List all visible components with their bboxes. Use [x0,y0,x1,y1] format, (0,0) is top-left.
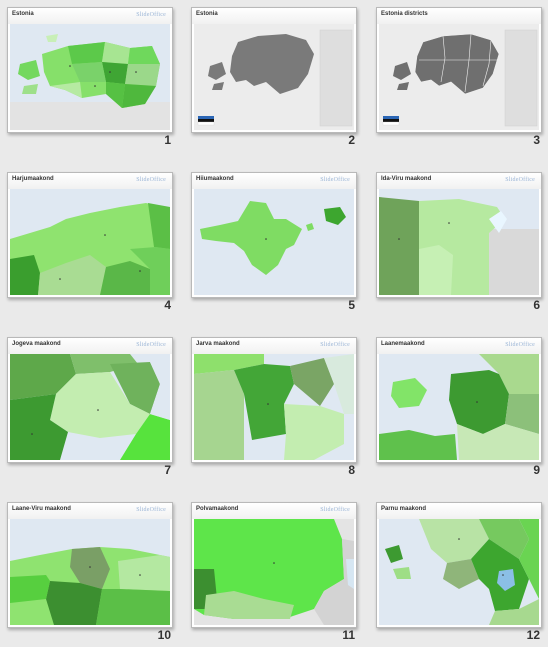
slide-number: 5 [348,298,355,312]
slide-header: Jarva maakond SlideOffice [192,338,356,354]
slide-title: Harjumaakond [12,176,54,182]
slide-number: 11 [342,628,355,642]
slide-number: 2 [348,133,355,147]
slide-thumbnail-11[interactable]: Polvamaakond SlideOffice 11 [191,502,357,642]
slide-header: Ida-Viru maakond SlideOffice [377,173,541,189]
map-estonia-districts [379,24,539,130]
map-laanemaa [379,354,539,460]
slide-header: Parnu maakond [377,503,541,519]
slide-number: 6 [533,298,540,312]
slide-preview: Harjumaakond SlideOffice [7,172,173,298]
map-parnumaa [379,519,539,625]
slide-thumbnail-5[interactable]: Hiiumaakond SlideOffice 5 [191,172,357,312]
slide-header: Jogeva maakond SlideOffice [8,338,172,354]
slide-title: Polvamaakond [196,506,239,512]
slide-title: Hiiumaakond [196,176,234,182]
slide-title: Laane-Viru maakond [12,506,71,512]
slide-preview: Polvamaakond SlideOffice [191,502,357,628]
slide-number: 10 [157,628,171,642]
slide-thumbnail-1[interactable]: Estonia SlideOffice 1 [7,7,173,147]
slide-logo: SlideOffice [320,507,350,513]
slide-header: Estonia SlideOffice [8,8,172,24]
slide-number: 7 [164,463,171,477]
slide-thumbnail-8[interactable]: Jarva maakond SlideOffice 8 [191,337,357,477]
slide-header: Hiiumaakond SlideOffice [192,173,356,189]
slide-logo: SlideOffice [136,507,166,513]
slide-thumbnail-4[interactable]: Harjumaakond SlideOffice 4 [7,172,173,312]
slide-title: Estonia [196,11,218,17]
slide-preview: Ida-Viru maakond SlideOffice [376,172,542,298]
slide-number: 3 [533,133,540,147]
slide-preview: Laane-Viru maakond SlideOffice [7,502,173,628]
slide-header: Estonia [192,8,356,24]
slide-header: Estonia districts [377,8,541,24]
slide-logo: SlideOffice [320,342,350,348]
slide-logo: SlideOffice [505,177,535,183]
map-polvamaa [194,519,354,625]
slide-thumbnail-12[interactable]: Parnu maakond 12 [376,502,542,642]
slide-preview: Estonia [191,7,357,133]
slide-preview: Hiiumaakond SlideOffice [191,172,357,298]
slide-title: Parnu maakond [381,506,427,512]
slide-thumbnail-9[interactable]: Laanemaakond SlideOffice 9 [376,337,542,477]
map-ida-viru [379,189,539,295]
slide-preview: Jogeva maakond SlideOffice [7,337,173,463]
slide-title: Estonia districts [381,11,428,17]
slide-number: 8 [348,463,355,477]
map-harjumaa [10,189,170,295]
slide-title: Jarva maakond [196,341,240,347]
slide-thumbnail-6[interactable]: Ida-Viru maakond SlideOffice 6 [376,172,542,312]
slide-logo: SlideOffice [136,342,166,348]
slide-logo: SlideOffice [136,12,166,18]
slide-title: Laanemaakond [381,341,425,347]
slide-preview: Laanemaakond SlideOffice [376,337,542,463]
slide-number: 12 [526,628,540,642]
map-estonia-counties [10,24,170,130]
slide-logo: SlideOffice [320,177,350,183]
slide-title: Estonia [12,11,34,17]
slide-number: 1 [164,133,171,147]
slide-number: 9 [533,463,540,477]
slide-title: Jogeva maakond [12,341,61,347]
slide-number: 4 [164,298,171,312]
map-laane-virumaa [10,519,170,625]
slide-thumbnail-10[interactable]: Laane-Viru maakond SlideOffice 10 [7,502,173,642]
slide-header: Laanemaakond SlideOffice [377,338,541,354]
slide-preview: Parnu maakond [376,502,542,628]
slide-preview: Estonia SlideOffice [7,7,173,133]
slide-header: Harjumaakond SlideOffice [8,173,172,189]
slide-logo: SlideOffice [505,342,535,348]
slide-thumbnail-7[interactable]: Jogeva maakond SlideOffice 7 [7,337,173,477]
slide-title: Ida-Viru maakond [381,176,432,182]
slide-header: Polvamaakond SlideOffice [192,503,356,519]
slide-preview: Jarva maakond SlideOffice [191,337,357,463]
map-jarvamaa [194,354,354,460]
slide-header: Laane-Viru maakond SlideOffice [8,503,172,519]
slide-preview: Estonia districts [376,7,542,133]
slide-thumbnail-2[interactable]: Estonia 2 [191,7,357,147]
slide-sorter-grid: Estonia SlideOffice 1 Estonia 2 Estonia … [0,0,548,647]
map-hiiumaa [194,189,354,295]
map-jogevamaa [10,354,170,460]
slide-thumbnail-3[interactable]: Estonia districts 3 [376,7,542,147]
slide-logo: SlideOffice [136,177,166,183]
map-estonia-outline [194,24,354,130]
